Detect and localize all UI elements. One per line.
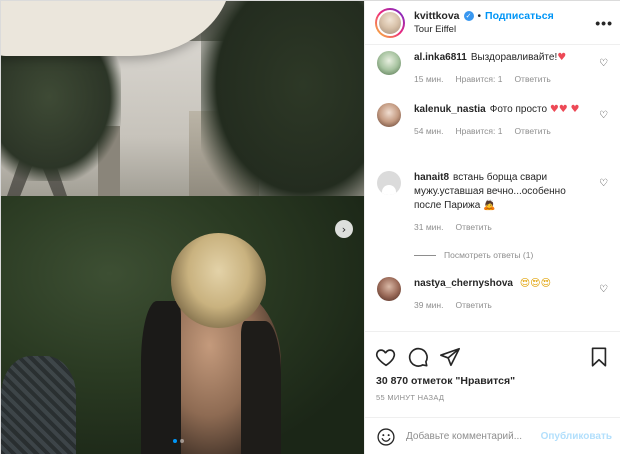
action-icon-row: [365, 332, 620, 372]
comment-time[interactable]: 39 мин.: [414, 300, 443, 310]
publish-button[interactable]: Опубликовать: [541, 431, 612, 442]
heart-eyes-emoji-icon: 😍😍😍: [519, 278, 552, 289]
header-separator: •: [477, 10, 482, 22]
reply-button[interactable]: Ответить: [514, 74, 550, 84]
comment-item: hanait8 встань борща свари мужу.уставшая …: [365, 171, 620, 232]
default-avatar-icon: [382, 185, 396, 195]
comment-likes[interactable]: Нравится: 1: [455, 74, 502, 84]
instagram-post-modal: › kvittkova ✓ • Подписаться Tour Eiffel …: [0, 0, 620, 454]
heart-emoji-icon: ♥: [557, 52, 567, 63]
comment-item: al.inka6811 Выздоравливайте!♥ 15 мин. Нра…: [365, 51, 620, 84]
heart-emoji-icon: ♥♥: [549, 104, 568, 115]
author-username[interactable]: kvittkova: [414, 10, 460, 22]
bowing-person-emoji-icon: 🙇: [483, 200, 496, 211]
post-side-panel: kvittkova ✓ • Подписаться Tour Eiffel ••…: [364, 1, 620, 454]
comment-username[interactable]: hanait8: [414, 172, 449, 183]
comment-item: nastya_chernyshova 😍😍😍 39 мин. Ответить …: [365, 277, 620, 310]
view-replies-button[interactable]: Посмотреть ответы (1): [414, 250, 533, 260]
heart-icon[interactable]: [375, 346, 397, 368]
post-timestamp[interactable]: 55 МИНУТ НАЗАД: [365, 393, 620, 402]
comment-item: kalenuk_nastia Фото просто ♥♥ ♥ 54 мин. Н…: [365, 103, 620, 136]
comment-icon[interactable]: [407, 346, 429, 368]
photo-dress-left: [141, 301, 181, 454]
comment-input[interactable]: [406, 431, 541, 442]
comment-like-icon[interactable]: ♡: [599, 178, 608, 189]
comment-like-icon[interactable]: ♡: [599, 58, 608, 69]
comment-username[interactable]: nastya_chernyshova: [414, 278, 513, 289]
comments-list: al.inka6811 Выздоравливайте!♥ 15 мин. Нра…: [365, 45, 620, 331]
commenter-avatar[interactable]: [377, 103, 401, 127]
post-photo[interactable]: ›: [1, 1, 364, 454]
photo-dress-right: [241, 321, 281, 454]
follow-button[interactable]: Подписаться: [485, 10, 554, 22]
comment-text: Выздоравливайте!: [470, 52, 558, 63]
replies-divider-line: [414, 254, 436, 256]
post-header: kvittkova ✓ • Подписаться Tour Eiffel ••…: [365, 1, 620, 45]
comment-username[interactable]: kalenuk_nastia: [414, 104, 486, 115]
photo-chair: [1, 356, 76, 454]
post-location[interactable]: Tour Eiffel: [414, 24, 595, 35]
comment-time[interactable]: 54 мин.: [414, 126, 443, 136]
carousel-indicator: [173, 439, 184, 443]
post-actions: 30 870 отметок "Нравится" 55 МИНУТ НАЗАД…: [365, 331, 620, 454]
comment-text: Фото просто: [489, 104, 548, 115]
story-ring[interactable]: [375, 7, 405, 38]
comment-like-icon[interactable]: ♡: [599, 110, 608, 121]
heart-emoji-icon: ♥: [570, 104, 580, 115]
carousel-dot: [180, 439, 184, 443]
carousel-next-button[interactable]: ›: [335, 220, 353, 238]
comment-time[interactable]: 15 мин.: [414, 74, 443, 84]
likes-count[interactable]: 30 870 отметок "Нравится": [365, 375, 620, 387]
reply-button[interactable]: Ответить: [455, 300, 491, 310]
commenter-avatar[interactable]: [377, 51, 401, 75]
chevron-right-icon: ›: [341, 222, 347, 236]
author-avatar[interactable]: [377, 9, 403, 36]
reply-button[interactable]: Ответить: [514, 126, 550, 136]
add-comment-bar: Опубликовать: [365, 417, 620, 454]
bookmark-icon[interactable]: [588, 346, 610, 368]
photo-tree-left: [1, 41, 121, 181]
reply-button[interactable]: Ответить: [455, 222, 491, 232]
more-options-icon[interactable]: •••: [595, 15, 613, 31]
carousel-dot-active: [173, 439, 177, 443]
commenter-avatar-placeholder[interactable]: [377, 171, 401, 195]
comment-like-icon[interactable]: ♡: [599, 284, 608, 295]
photo-woman-hair: [171, 233, 266, 328]
comment-time[interactable]: 31 мин.: [414, 222, 443, 232]
share-icon[interactable]: [439, 346, 461, 368]
photo-tree-right: [201, 1, 364, 211]
view-replies-label: Посмотреть ответы (1): [444, 250, 534, 260]
verified-badge-icon: ✓: [463, 11, 474, 21]
emoji-smile-icon[interactable]: [376, 427, 396, 447]
commenter-avatar[interactable]: [377, 277, 401, 301]
comment-username[interactable]: al.inka6811: [414, 52, 467, 63]
comment-likes[interactable]: Нравится: 1: [455, 126, 502, 136]
